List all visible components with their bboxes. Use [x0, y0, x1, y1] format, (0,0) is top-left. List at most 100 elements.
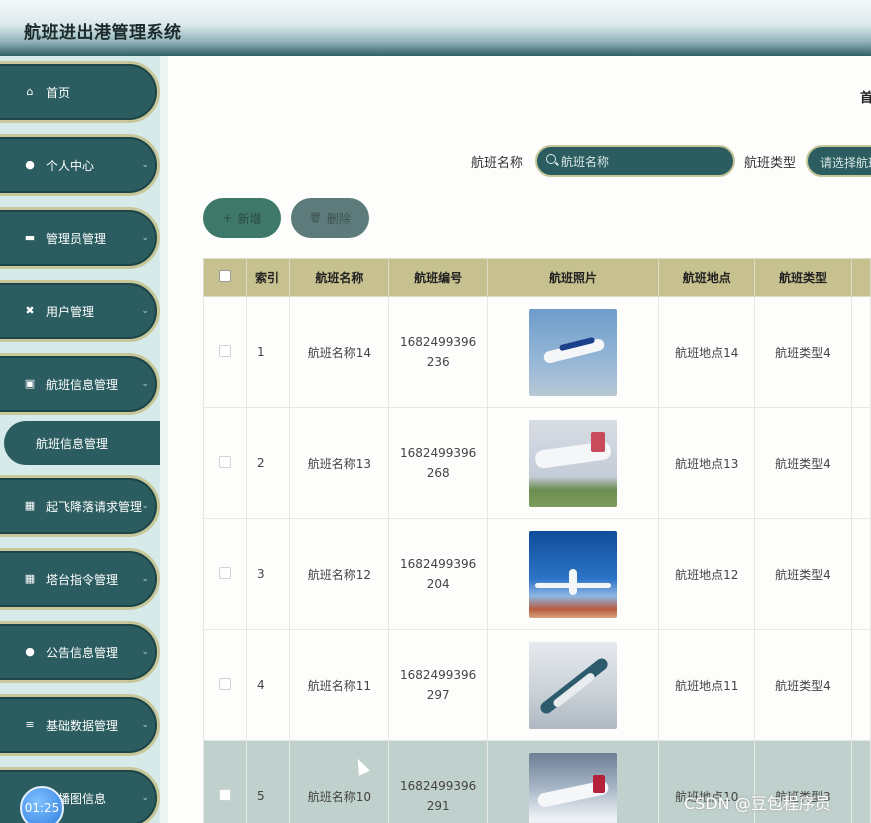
home-icon: ⌂	[26, 85, 34, 98]
column-header-more	[850, 258, 871, 297]
flight-place: 航班地点14	[658, 296, 756, 408]
flight-photo-cell	[486, 629, 660, 741]
row-index: 4	[245, 629, 291, 741]
sidebar-item-label: 管理员管理	[46, 231, 107, 246]
flight-photo[interactable]	[528, 419, 617, 507]
flight-name: 航班名称14	[289, 296, 390, 408]
delete-button-label: 删除	[326, 211, 351, 226]
flight-place: 航班地点11	[658, 629, 756, 741]
delete-button[interactable]: 🗑 删除	[291, 198, 369, 238]
clipboard-icon: ▣	[24, 377, 36, 390]
flight-photo[interactable]	[528, 752, 617, 823]
pin-icon: ●	[25, 645, 35, 658]
sidebar-item-tower-command[interactable]: ▦ 塔台指令管理 ⌄	[0, 548, 160, 610]
users-icon: ✖	[25, 304, 35, 317]
type-select[interactable]: 请选择航班类型	[806, 145, 871, 177]
sidebar-item-label: 起飞降落请求管理	[46, 499, 143, 514]
breadcrumb[interactable]: 首	[860, 87, 871, 106]
table-row[interactable]: 3 航班名称12 1682499396204 航班地点12 航班类型4	[203, 518, 871, 630]
select-all-header[interactable]	[203, 258, 247, 297]
sidebar-subitem-flight-info[interactable]: 航班信息管理	[4, 421, 160, 465]
sidebar-item-takeoff-landing[interactable]: ▦ 起飞降落请求管理 ⌄	[0, 475, 160, 537]
row-select-cell[interactable]	[203, 518, 247, 630]
flight-number: 1682499396268	[388, 407, 488, 519]
table-row[interactable]: 1 航班名称14 1682499396236 航班地点14 航班类型4	[203, 296, 871, 408]
sidebar-item-users[interactable]: ✖ 用户管理 ⌄	[0, 280, 160, 342]
flight-number-text: 1682499396268	[399, 446, 477, 480]
row-index: 2	[245, 407, 291, 519]
flight-name: 航班名称12	[289, 518, 390, 630]
type-search-label: 航班类型	[744, 156, 797, 171]
name-search-field[interactable]	[535, 145, 735, 177]
column-header-place: 航班地点	[658, 258, 756, 297]
flight-name: 航班名称10	[289, 740, 390, 823]
app-header: 航班进出港管理系统	[0, 0, 871, 56]
sidebar: ⌂ 首页 ● 个人中心 ⌄ ▬ 管理员管理 ⌄ ✖ 用户管理 ⌄ ▣ 航班信息管…	[0, 56, 168, 823]
column-header-photo: 航班照片	[486, 258, 660, 297]
flight-number-text: 1682499396297	[399, 668, 477, 702]
flight-number: 1682499396297	[388, 629, 488, 741]
row-checkbox[interactable]	[218, 566, 231, 579]
chevron-down-icon: ⌄	[141, 306, 149, 316]
flight-photo-cell	[486, 518, 660, 630]
flight-photo-cell	[486, 407, 660, 519]
name-search-input[interactable]	[561, 151, 731, 173]
flight-type: 航班类型4	[754, 518, 852, 630]
flight-photo-cell	[486, 740, 660, 823]
flight-photo[interactable]	[528, 641, 617, 729]
sidebar-item-profile[interactable]: ● 个人中心 ⌄	[0, 134, 160, 196]
sidebar-item-label: 个人中心	[46, 158, 95, 173]
add-button[interactable]: + 新增	[203, 198, 281, 238]
chevron-down-icon: ⌄	[141, 793, 149, 803]
row-checkbox[interactable]	[218, 677, 231, 690]
flight-place: 航班地点12	[658, 518, 756, 630]
flight-type: 航班类型4	[754, 629, 852, 741]
table-row[interactable]: 2 航班名称13 1682499396268 航班地点13 航班类型4	[203, 407, 871, 519]
flight-type: 航班类型4	[754, 296, 852, 408]
admin-icon: ▬	[24, 231, 36, 244]
row-select-cell[interactable]	[203, 296, 247, 408]
sidebar-item-label: 首页	[46, 85, 71, 100]
flight-photo-cell	[486, 296, 660, 408]
grid-icon: ▦	[24, 499, 36, 512]
sidebar-item-base-data[interactable]: ≡ 基础数据管理 ⌄	[0, 694, 160, 756]
table-header-row: 索引 航班名称 航班编号 航班照片 航班地点 航班类型	[203, 258, 871, 297]
row-select-cell[interactable]	[203, 740, 247, 823]
trash-icon: 🗑	[309, 212, 322, 224]
row-index: 3	[245, 518, 291, 630]
row-extra-cell	[850, 407, 871, 519]
chevron-down-icon: ⌄	[141, 647, 149, 657]
flight-photo[interactable]	[528, 308, 617, 396]
row-index: 5	[245, 740, 291, 823]
row-extra-cell	[850, 629, 871, 741]
flight-number: 1682499396204	[388, 518, 488, 630]
chevron-down-icon: ⌄	[141, 574, 149, 584]
row-checkbox[interactable]	[218, 344, 231, 357]
row-checkbox[interactable]	[218, 455, 231, 468]
row-extra-cell	[850, 740, 871, 823]
list-icon: ≡	[25, 718, 35, 731]
chevron-down-icon: ⌄	[141, 501, 149, 511]
sidebar-item-label: 用户管理	[46, 304, 95, 319]
row-index: 1	[245, 296, 291, 408]
row-select-cell[interactable]	[203, 407, 247, 519]
row-checkbox[interactable]	[218, 788, 231, 801]
flight-number-text: 1682499396291	[399, 779, 477, 813]
column-header-type: 航班类型	[754, 258, 852, 297]
column-header-name: 航班名称	[289, 258, 390, 297]
select-all-checkbox[interactable]	[218, 270, 231, 282]
column-header-number: 航班编号	[388, 258, 488, 297]
plus-icon: +	[222, 211, 233, 225]
add-button-label: 新增	[237, 211, 262, 226]
sidebar-item-home[interactable]: ⌂ 首页	[0, 61, 160, 123]
name-search-label: 航班名称	[471, 156, 524, 171]
sidebar-item-admin[interactable]: ▬ 管理员管理 ⌄	[0, 207, 160, 269]
sidebar-item-announcements[interactable]: ● 公告信息管理 ⌄	[0, 621, 160, 683]
flight-photo[interactable]	[528, 530, 617, 618]
sidebar-item-flight-info[interactable]: ▣ 航班信息管理 ⌄	[0, 353, 160, 415]
row-select-cell[interactable]	[203, 629, 247, 741]
table-row[interactable]: 4 航班名称11 1682499396297 航班地点11 航班类型4	[203, 629, 871, 741]
type-select-placeholder: 请选择航班类型	[820, 156, 871, 170]
chevron-down-icon: ⌄	[141, 720, 149, 730]
flight-type: 航班类型4	[754, 407, 852, 519]
